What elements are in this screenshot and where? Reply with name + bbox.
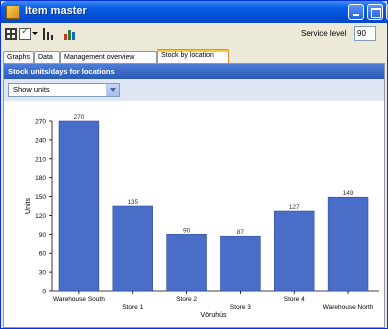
tab-management-overview[interactable]: Management overview xyxy=(60,51,157,63)
data-label: 270 xyxy=(73,114,84,121)
bar xyxy=(112,205,153,292)
bar xyxy=(220,235,261,292)
x-tick-label: Store 3 xyxy=(230,304,251,311)
minimize-button[interactable] xyxy=(348,4,364,20)
maximize-button[interactable] xyxy=(367,4,383,20)
x-tick-label: Store 4 xyxy=(284,296,305,303)
y-tick-label: 240 xyxy=(35,137,46,144)
item-master-window: Item master Service level Graphs Data Ma… xyxy=(0,0,388,329)
y-tick-label: 180 xyxy=(35,175,46,182)
y-tick-label: 0 xyxy=(42,289,46,296)
service-level-input[interactable] xyxy=(354,26,376,41)
tab-panel: Stock units/days for locations Show unit… xyxy=(3,63,385,328)
title-bar[interactable]: Item master xyxy=(1,1,388,23)
y-tick-label: 60 xyxy=(39,251,47,258)
bar xyxy=(58,120,100,292)
tab-graphs[interactable]: Graphs xyxy=(3,51,34,63)
data-label: 127 xyxy=(289,204,300,211)
checkbox-icon[interactable] xyxy=(19,26,31,40)
tab-data[interactable]: Data xyxy=(34,51,60,63)
bar xyxy=(327,196,369,292)
tab-stock-by-location[interactable]: Stock by location xyxy=(157,49,229,63)
y-tick-label: 120 xyxy=(35,213,46,220)
show-units-dropdown[interactable]: Show units xyxy=(8,83,120,97)
x-tick-label: Store 1 xyxy=(122,304,143,311)
y-tick-label: 150 xyxy=(35,194,46,201)
service-level-label: Service level xyxy=(301,29,347,38)
dropdown-value: Show units xyxy=(13,85,50,94)
options-bar: Show units xyxy=(4,79,384,101)
bar xyxy=(274,210,315,292)
data-label: 135 xyxy=(127,199,138,206)
window-title: Item master xyxy=(25,5,87,17)
data-label: 90 xyxy=(183,227,191,234)
section-header: Stock units/days for locations xyxy=(4,64,384,79)
y-tick-label: 30 xyxy=(39,270,47,277)
data-label: 149 xyxy=(343,190,354,197)
app-icon xyxy=(6,5,20,19)
bar xyxy=(166,234,207,292)
chevron-down-icon[interactable] xyxy=(106,84,119,96)
bars-icon[interactable] xyxy=(43,28,54,40)
y-tick-label: 270 xyxy=(35,119,46,126)
x-tick-label: Store 2 xyxy=(176,296,197,303)
stock-chart: 0 30 60 90 120 150 180 210 240 270 Units 270 Warehou… xyxy=(4,101,384,327)
x-axis-label: Vöruhús xyxy=(200,312,227,319)
bar-chart: 0 30 60 90 120 150 180 210 240 270 Units 270 Warehou… xyxy=(25,114,379,319)
grid-icon[interactable] xyxy=(5,28,17,40)
chart-icon[interactable] xyxy=(64,28,76,40)
x-tick-label: Warehouse North xyxy=(323,304,374,311)
dropdown-caret-icon[interactable] xyxy=(32,32,38,35)
y-tick-label: 210 xyxy=(35,156,46,163)
y-tick-label: 90 xyxy=(39,232,47,239)
x-tick-label: Warehouse South xyxy=(53,296,105,303)
y-axis-label: Units xyxy=(25,198,32,214)
data-label: 87 xyxy=(237,229,245,236)
